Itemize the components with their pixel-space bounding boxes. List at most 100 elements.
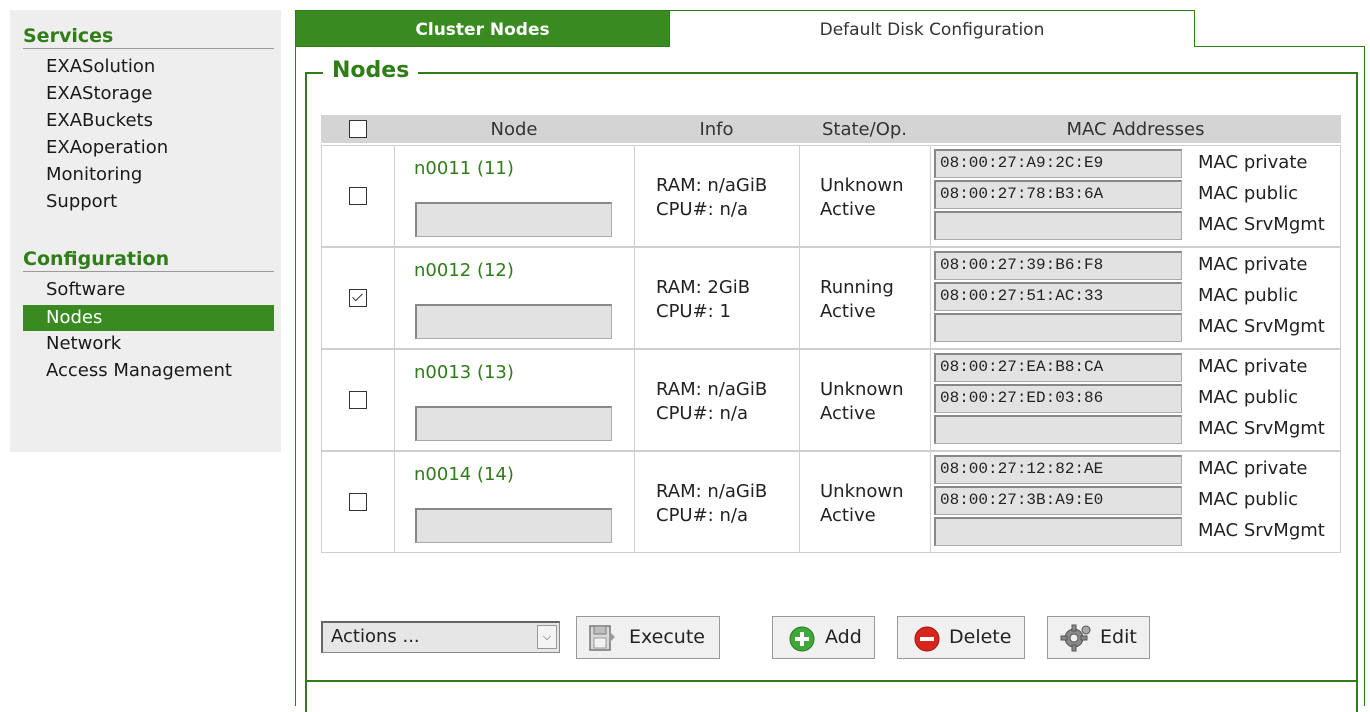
mac-private-label: MAC private	[1198, 152, 1308, 173]
sidebar: Services EXASolution EXAStorage EXABucke…	[10, 10, 281, 452]
node-state-value: Running	[820, 277, 894, 298]
node-name-link[interactable]: n0011 (11)	[414, 158, 514, 179]
edit-label: Edit	[1100, 626, 1137, 648]
section-title: Nodes	[323, 56, 419, 86]
node-info: RAM: n/aGiB CPU#: n/a	[656, 174, 767, 222]
mac-srvmgmt-label: MAC SrvMgmt	[1198, 214, 1325, 235]
execute-button[interactable]: Execute	[576, 616, 720, 659]
header-info: Info	[699, 119, 734, 140]
mac-srvmgmt-label: MAC SrvMgmt	[1198, 520, 1325, 541]
sidebar-item-monitoring[interactable]: Monitoring	[23, 162, 274, 188]
delete-label: Delete	[949, 626, 1012, 648]
add-icon	[789, 626, 815, 667]
node-state: Unknown Active	[820, 378, 904, 426]
node-state-value: Unknown	[820, 379, 904, 400]
delete-icon	[914, 626, 940, 667]
divider	[305, 680, 1358, 682]
mac-private-field[interactable]: 08:00:27:EA:B8:CA	[934, 353, 1182, 382]
node-description-input[interactable]	[415, 508, 612, 543]
node-name-link[interactable]: n0012 (12)	[414, 260, 514, 281]
mac-private-label: MAC private	[1198, 254, 1308, 275]
add-label: Add	[825, 626, 862, 648]
node-info: RAM: 2GiB CPU#: 1	[656, 276, 750, 324]
mac-srvmgmt-label: MAC SrvMgmt	[1198, 316, 1325, 337]
node-state-value: Unknown	[820, 175, 904, 196]
node-ram: RAM: n/aGiB	[656, 175, 768, 196]
row-checkbox[interactable]	[349, 493, 367, 511]
sidebar-item-support[interactable]: Support	[23, 189, 274, 215]
node-info: RAM: n/aGiB CPU#: n/a	[656, 378, 767, 426]
node-state: Unknown Active	[820, 480, 904, 528]
mac-public-field[interactable]: 08:00:27:ED:03:86	[934, 384, 1182, 413]
actions-select[interactable]: Actions ... ⌵	[321, 621, 560, 653]
execute-label: Execute	[629, 626, 705, 648]
node-ram: RAM: n/aGiB	[656, 379, 768, 400]
mac-private-field[interactable]: 08:00:27:A9:2C:E9	[934, 149, 1182, 178]
row-checkbox[interactable]	[349, 187, 367, 205]
execute-icon	[587, 623, 617, 668]
sidebar-item-exabuckets[interactable]: EXABuckets	[23, 108, 274, 134]
sidebar-item-exasolution[interactable]: EXASolution	[23, 54, 274, 80]
sidebar-item-nodes[interactable]: Nodes	[23, 305, 274, 331]
chevron-down-icon[interactable]: ⌵	[537, 625, 557, 649]
node-ram: RAM: 2GiB	[656, 277, 751, 298]
node-state: Unknown Active	[820, 174, 904, 222]
tab-cluster-nodes[interactable]: Cluster Nodes	[295, 10, 670, 47]
node-state-value: Unknown	[820, 481, 904, 502]
services-heading: Services	[23, 24, 274, 49]
node-name-link[interactable]: n0013 (13)	[414, 362, 514, 383]
sidebar-item-network[interactable]: Network	[23, 331, 274, 357]
mac-private-field[interactable]: 08:00:27:39:B6:F8	[934, 251, 1182, 280]
add-button[interactable]: Add	[772, 616, 875, 659]
header-node: Node	[490, 119, 538, 140]
mac-public-field[interactable]: 08:00:27:51:AC:33	[934, 282, 1182, 311]
node-operation-value: Active	[820, 301, 876, 322]
node-ram: RAM: n/aGiB	[656, 481, 768, 502]
table-row: n0012 (12) RAM: 2GiB CPU#: 1 Running Active 0…	[321, 247, 1341, 349]
sidebar-item-exastorage[interactable]: EXAStorage	[23, 81, 274, 107]
table-row: n0014 (14) RAM: n/aGiB CPU#: n/a Unknown Act…	[321, 451, 1341, 553]
node-description-input[interactable]	[415, 406, 612, 441]
mac-public-field[interactable]: 08:00:27:78:B3:6A	[934, 180, 1182, 209]
node-description-input[interactable]	[415, 202, 612, 237]
header-state: State/Op.	[821, 119, 908, 140]
mac-private-label: MAC private	[1198, 356, 1308, 377]
mac-srvmgmt-field[interactable]	[934, 415, 1182, 444]
mac-public-field[interactable]: 08:00:27:3B:A9:E0	[934, 486, 1182, 515]
table-header: Node Info State/Op. MAC Addresses	[321, 115, 1341, 143]
node-description-input[interactable]	[415, 304, 612, 339]
mac-srvmgmt-field[interactable]	[934, 211, 1182, 240]
mac-public-label: MAC public	[1198, 183, 1298, 204]
node-operation-value: Active	[820, 199, 876, 220]
edit-button[interactable]: Edit	[1047, 616, 1150, 659]
sidebar-item-access-management[interactable]: Access Management	[23, 358, 274, 384]
row-checkbox[interactable]	[349, 289, 367, 307]
node-operation-value: Active	[820, 505, 876, 526]
actions-select-value: Actions ...	[331, 626, 420, 647]
header-mac-addresses: MAC Addresses	[1066, 119, 1205, 140]
tab-default-disk-configuration[interactable]: Default Disk Configuration	[669, 10, 1195, 47]
node-cpu: CPU#: 1	[656, 301, 731, 322]
table-row: n0011 (11) RAM: n/aGiB CPU#: n/a Unknown Act…	[321, 145, 1341, 247]
mac-srvmgmt-field[interactable]	[934, 517, 1182, 546]
node-operation-value: Active	[820, 403, 876, 424]
select-all-checkbox[interactable]	[349, 120, 367, 138]
delete-button[interactable]: Delete	[897, 616, 1025, 659]
node-state: Running Active	[820, 276, 894, 324]
sidebar-item-software[interactable]: Software	[23, 277, 274, 303]
gear-icon	[1060, 623, 1092, 668]
row-checkbox[interactable]	[349, 391, 367, 409]
mac-srvmgmt-label: MAC SrvMgmt	[1198, 418, 1325, 439]
mac-public-label: MAC public	[1198, 285, 1298, 306]
mac-private-label: MAC private	[1198, 458, 1308, 479]
mac-private-field[interactable]: 08:00:27:12:82:AE	[934, 455, 1182, 484]
mac-srvmgmt-field[interactable]	[934, 313, 1182, 342]
sidebar-item-exaoperation[interactable]: EXAoperation	[23, 135, 274, 161]
node-info: RAM: n/aGiB CPU#: n/a	[656, 480, 767, 528]
table-row: n0013 (13) RAM: n/aGiB CPU#: n/a Unknown Act…	[321, 349, 1341, 451]
node-cpu: CPU#: n/a	[656, 403, 748, 424]
mac-public-label: MAC public	[1198, 489, 1298, 510]
configuration-heading: Configuration	[23, 247, 274, 272]
node-cpu: CPU#: n/a	[656, 199, 748, 220]
node-name-link[interactable]: n0014 (14)	[414, 464, 514, 485]
